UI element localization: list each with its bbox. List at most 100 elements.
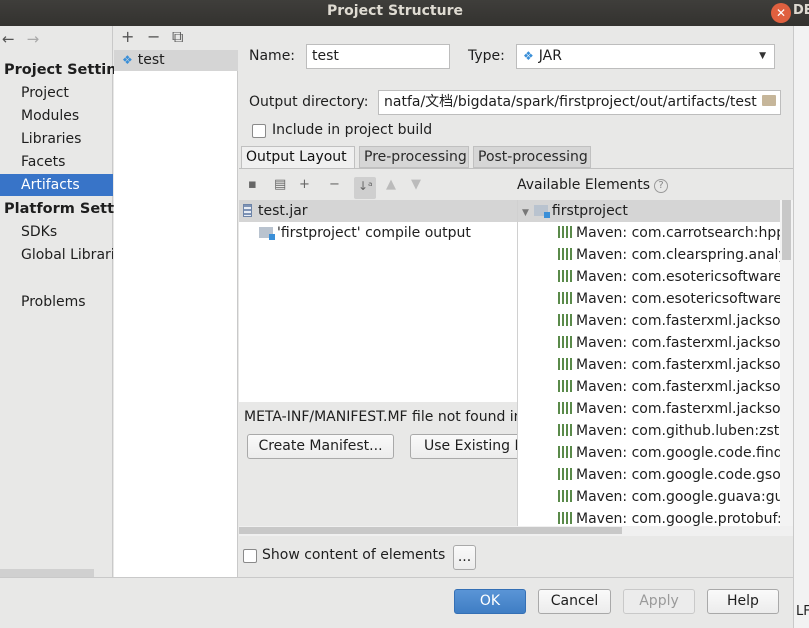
maven-library-icon — [558, 314, 572, 326]
show-content-label: Show content of elements — [262, 547, 446, 563]
sidebar-item-artifacts[interactable]: Artifacts — [0, 174, 113, 196]
library-item[interactable]: Maven: com.fasterxml.jackson.co — [518, 332, 793, 354]
sidebar-item-sdks[interactable]: SDKs — [0, 221, 113, 243]
sidebar-scrollbar[interactable] — [0, 569, 94, 577]
library-item[interactable]: Maven: com.google.code.gson:gs — [518, 464, 793, 486]
available-elements-scrollbar[interactable] — [780, 200, 793, 536]
library-item[interactable]: Maven: com.fasterxml.jackson.co — [518, 354, 793, 376]
available-elements-header: Available Elements? — [517, 177, 669, 193]
maven-library-icon — [558, 270, 572, 282]
library-label: Maven: com.esotericsoftware:kry — [576, 269, 793, 285]
horizontal-scrollbar[interactable] — [239, 526, 793, 536]
scrollbar-thumb[interactable] — [239, 527, 622, 534]
apply-button[interactable]: Apply — [623, 589, 695, 614]
sidebar-item-project[interactable]: Project — [0, 82, 113, 104]
library-item[interactable]: Maven: com.fasterxml.jackson.co — [518, 310, 793, 332]
tab-output-layout[interactable]: Output Layout — [241, 146, 355, 169]
type-select[interactable]: ❖ JAR ▼ — [516, 44, 775, 69]
library-item[interactable]: Maven: com.github.luben:zstd-jn — [518, 420, 793, 442]
output-directory-label: Output directory: — [249, 94, 369, 110]
artifact-icon: ❖ — [122, 53, 133, 67]
sidebar-item-facets[interactable]: Facets — [0, 151, 113, 173]
sidebar-item-global-libraries[interactable]: Global Libraries — [0, 244, 113, 266]
artifact-detail-panel: Name: test Type: ❖ JAR ▼ Output directory… — [239, 26, 793, 577]
library-label: Maven: com.github.luben:zstd-jn — [576, 423, 793, 439]
maven-library-icon — [558, 380, 572, 392]
tree-root-label: firstproject — [551, 203, 628, 219]
library-label: Maven: com.clearspring.analytics — [576, 247, 793, 263]
tab-post-processing[interactable]: Post-processing — [473, 146, 591, 168]
output-layout-tree: test.jar 'firstproject' compile output — [239, 200, 517, 402]
maven-library-icon — [558, 226, 572, 238]
library-label: Maven: com.fasterxml.jackson.co — [576, 357, 793, 373]
name-field[interactable]: test — [306, 44, 450, 69]
sidebar-item-libraries[interactable]: Libraries — [0, 128, 113, 150]
maven-library-icon — [558, 402, 572, 414]
cancel-button[interactable]: Cancel — [538, 589, 611, 614]
artifacts-toolbar: + − ⧉ — [114, 26, 238, 50]
type-label: Type: — [468, 48, 505, 64]
add-icon[interactable]: + — [121, 27, 134, 46]
tree-item-test-jar[interactable]: test.jar — [239, 200, 517, 222]
sort-icon: ↓ᵃ — [358, 179, 373, 193]
library-item[interactable]: Maven: com.carrotsearch:hppc:0 — [518, 222, 793, 244]
remove-icon[interactable]: − — [147, 27, 160, 46]
maven-library-icon — [558, 248, 572, 260]
sidebar-item-problems[interactable]: Problems — [0, 291, 113, 313]
maven-library-icon — [558, 512, 572, 524]
available-elements-tree: ▼ firstproject Maven: com.carrotsearch:hp… — [517, 200, 793, 536]
nav-arrows: ← → — [2, 30, 39, 48]
maven-library-icon — [558, 336, 572, 348]
type-select-value: JAR — [538, 48, 562, 64]
expand-icon[interactable]: ▼ — [522, 208, 529, 218]
create-manifest-button[interactable]: Create Manifest... — [247, 434, 394, 459]
chevron-down-icon: ▼ — [759, 51, 766, 61]
add-copy-icon[interactable]: + — [299, 177, 310, 192]
manifest-area: META-INF/MANIFEST.MF file not found in C… — [239, 402, 517, 526]
library-item[interactable]: Maven: com.fasterxml.jackson.m — [518, 376, 793, 398]
library-label: Maven: com.google.guava:guava — [576, 489, 793, 505]
layout-toolbar: ▪ ▤ + − ↓ᵃ ▲ ▼ — [239, 174, 517, 199]
remove-element-icon[interactable]: − — [329, 177, 340, 192]
close-icon[interactable]: ✕ — [776, 6, 786, 20]
move-down-icon[interactable]: ▼ — [411, 177, 421, 192]
use-existing-manifest-button[interactable]: Use Existing Manifest... — [410, 434, 517, 459]
background-window-text: DE — [793, 3, 809, 18]
library-item[interactable]: Maven: com.esotericsoftware:kry — [518, 266, 793, 288]
background-editor-strip: LF — [793, 26, 809, 628]
ok-button[interactable]: OK — [454, 589, 526, 614]
available-elements-title: Available Elements — [517, 177, 651, 193]
back-arrow-icon[interactable]: ← — [2, 30, 15, 48]
show-content-checkbox[interactable] — [243, 549, 257, 563]
output-directory-value: natfa/文档/bigdata/spark/firstproject/out/… — [384, 94, 757, 110]
copy-icon[interactable]: ⧉ — [172, 27, 183, 47]
tree-item-firstproject[interactable]: ▼ firstproject — [518, 200, 793, 222]
output-directory-field[interactable]: natfa/文档/bigdata/spark/firstproject/out/… — [378, 90, 781, 115]
available-elements-panel: Available Elements? ▼ firstproject Maven:… — [517, 174, 793, 536]
sort-button[interactable]: ↓ᵃ — [354, 177, 376, 199]
more-options-button[interactable]: ... — [453, 545, 476, 570]
library-item[interactable]: Maven: com.google.code.findbug — [518, 442, 793, 464]
library-item[interactable]: Maven: com.google.guava:guava — [518, 486, 793, 508]
forward-arrow-icon[interactable]: → — [27, 30, 40, 48]
title-bar: Project Structure ✕ DE — [0, 0, 809, 26]
library-item[interactable]: Maven: com.clearspring.analytics — [518, 244, 793, 266]
library-item[interactable]: Maven: com.esotericsoftware:mi — [518, 288, 793, 310]
module-output-icon — [259, 227, 275, 240]
tree-item-compile-output[interactable]: 'firstproject' compile output — [239, 222, 517, 244]
folder-browse-icon[interactable] — [762, 95, 776, 106]
new-folder-icon[interactable]: ▪ — [248, 177, 257, 192]
move-up-icon[interactable]: ▲ — [386, 177, 396, 192]
help-button[interactable]: Help — [707, 589, 779, 614]
sidebar-item-modules[interactable]: Modules — [0, 105, 113, 127]
manifest-message: META-INF/MANIFEST.MF file not found in — [244, 409, 517, 425]
help-icon[interactable]: ? — [654, 179, 669, 193]
library-item[interactable]: Maven: com.fasterxml.jackson.m — [518, 398, 793, 420]
close-window-button[interactable]: ✕ — [771, 3, 791, 23]
name-label: Name: — [249, 48, 296, 64]
scrollbar-thumb[interactable] — [782, 200, 791, 260]
tab-pre-processing[interactable]: Pre-processing — [359, 146, 469, 168]
archive-icon[interactable]: ▤ — [274, 177, 286, 192]
artifact-item-test[interactable]: ❖ test — [114, 50, 238, 71]
include-in-build-checkbox[interactable] — [252, 124, 266, 138]
